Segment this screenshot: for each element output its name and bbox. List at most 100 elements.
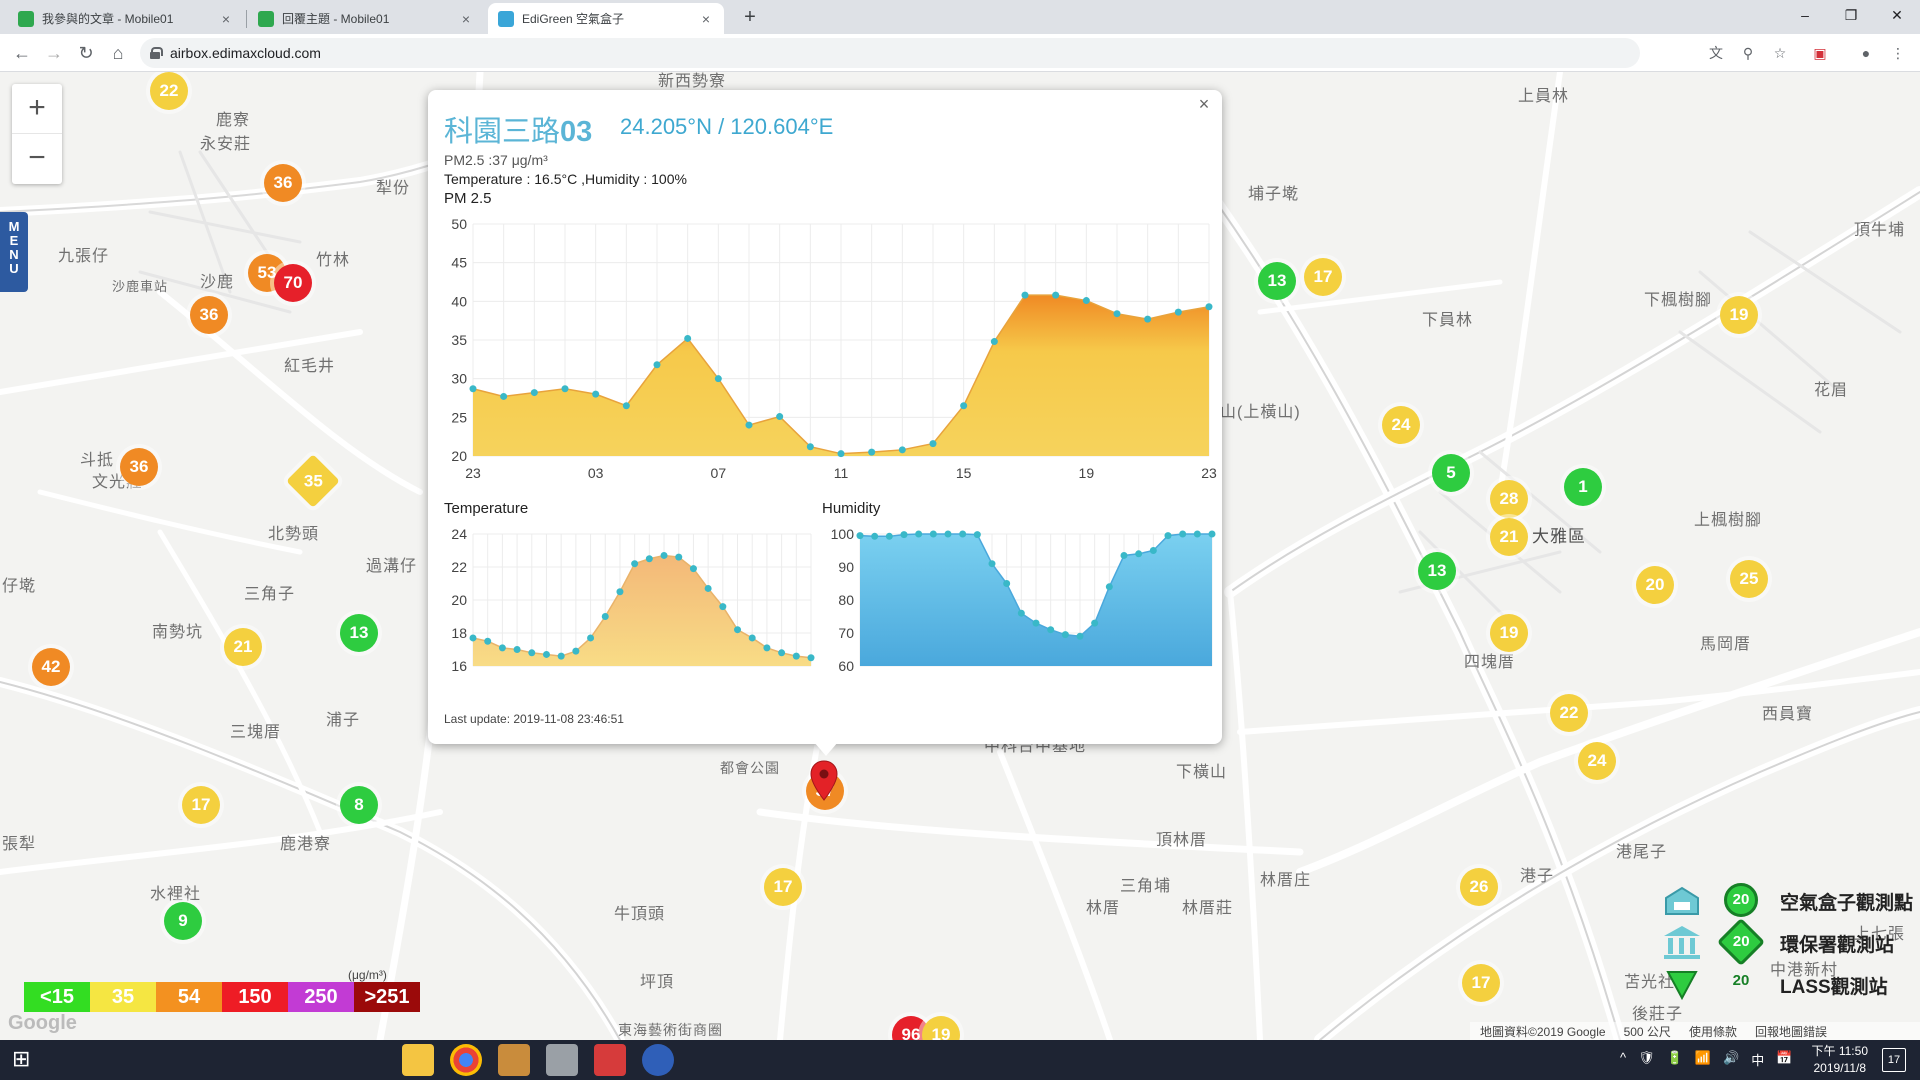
place-label: 下員林 xyxy=(1422,312,1474,329)
station-marker[interactable]: 13 xyxy=(1418,552,1456,590)
station-marker[interactable]: 36 xyxy=(120,448,158,486)
data-point xyxy=(469,385,477,393)
temperature-chart: 16 18 20 22 24 xyxy=(451,526,815,674)
data-point xyxy=(1149,547,1157,554)
menu-button[interactable]: MENU xyxy=(0,212,28,292)
airbox-icon xyxy=(1665,886,1699,915)
zoom-icon[interactable]: ⚲ xyxy=(1738,43,1758,63)
station-marker[interactable]: 24 xyxy=(1578,742,1616,780)
tray-battery-icon[interactable]: 🔋 xyxy=(1667,1050,1683,1069)
profile-icon[interactable]: ● xyxy=(1856,43,1876,63)
data-point xyxy=(542,650,550,658)
tab-mobile01-reply[interactable]: 回覆主題 - Mobile01 × xyxy=(248,3,484,34)
tab-close-icon[interactable]: × xyxy=(458,11,474,27)
station-marker[interactable]: 17 xyxy=(1462,964,1500,1002)
station-marker[interactable]: 26 xyxy=(1460,868,1498,906)
reload-button[interactable]: ↻ xyxy=(72,39,100,67)
place-label: 南勢坑 xyxy=(152,624,204,641)
station-marker[interactable]: 28 xyxy=(1490,480,1528,518)
tray-wifi-icon[interactable]: 📶 xyxy=(1695,1050,1711,1069)
app-icon[interactable] xyxy=(546,1044,578,1076)
station-marker[interactable]: 22 xyxy=(1550,694,1588,732)
app-icon[interactable] xyxy=(594,1044,626,1076)
close-window-button[interactable]: ✕ xyxy=(1874,0,1920,30)
station-marker[interactable]: 19 xyxy=(1720,296,1758,334)
home-button[interactable]: ⌂ xyxy=(104,39,132,67)
data-point xyxy=(1144,315,1152,323)
report-error-link[interactable]: 回報地圖錯誤 xyxy=(1755,1023,1827,1040)
tray-volume-icon[interactable]: 🔊 xyxy=(1723,1050,1739,1069)
x-tick-label: 23 xyxy=(465,465,481,481)
terms-link[interactable]: 使用條款 xyxy=(1689,1023,1737,1040)
place-label: 鹿港寮 xyxy=(280,836,332,853)
menu-icon[interactable]: ⋮ xyxy=(1888,43,1908,63)
tab-edigreen[interactable]: EdiGreen 空氣盒子 × xyxy=(488,3,724,34)
notification-center-icon[interactable]: 17 xyxy=(1882,1048,1906,1072)
station-marker[interactable]: 20 xyxy=(1636,566,1674,604)
station-marker[interactable]: 9 xyxy=(164,902,202,940)
taskbar-clock[interactable]: 下午 11:50 2019/11/8 xyxy=(1812,1043,1868,1077)
address-bar[interactable]: airbox.edimaxcloud.com xyxy=(140,38,1640,68)
y-tick-label: 40 xyxy=(451,293,467,309)
tab-close-icon[interactable]: × xyxy=(218,11,234,27)
station-marker[interactable]: 17 xyxy=(182,786,220,824)
data-point xyxy=(778,649,786,657)
file-explorer-icon[interactable] xyxy=(402,1044,434,1076)
station-marker[interactable]: 24 xyxy=(1382,406,1420,444)
station-marker[interactable]: 13 xyxy=(340,614,378,652)
place-label: 紅毛井 xyxy=(284,358,336,375)
station-marker[interactable]: 36 xyxy=(190,296,228,334)
place-label: 牛頂頭 xyxy=(614,906,666,923)
x-tick-label: 03 xyxy=(588,465,604,481)
translate-icon[interactable]: 文 xyxy=(1706,43,1726,63)
tray-chevron-icon[interactable]: ^ xyxy=(1620,1050,1626,1069)
back-button[interactable]: ← xyxy=(8,39,36,67)
x-tick-label: 11 xyxy=(834,465,849,481)
extension-icon[interactable]: ▣ xyxy=(1810,43,1830,63)
data-point xyxy=(868,448,876,456)
aqi-legend-item: 150 xyxy=(222,982,288,1012)
location-pin-icon[interactable] xyxy=(809,760,839,804)
zoom-out-button[interactable]: − xyxy=(12,134,62,184)
legend-label: LASS觀測站 xyxy=(1780,977,1888,998)
station-marker[interactable]: 13 xyxy=(1258,262,1296,300)
station-marker[interactable]: 8 xyxy=(340,786,378,824)
station-marker[interactable]: 5 xyxy=(1432,454,1470,492)
station-marker[interactable]: 70 xyxy=(274,264,312,302)
restore-button[interactable]: ❐ xyxy=(1828,0,1874,30)
tray-ime-indicator[interactable]: 中 xyxy=(1751,1050,1764,1069)
chrome-icon[interactable] xyxy=(450,1044,482,1076)
data-point xyxy=(1205,303,1213,311)
station-marker[interactable]: 17 xyxy=(764,868,802,906)
place-label: 坪頂 xyxy=(640,974,675,991)
tab-close-icon[interactable]: × xyxy=(698,11,714,27)
station-marker[interactable]: 17 xyxy=(1304,258,1342,296)
data-point xyxy=(806,443,814,451)
forward-button[interactable]: → xyxy=(40,39,68,67)
station-marker[interactable]: 21 xyxy=(1490,518,1528,556)
station-marker[interactable]: 42 xyxy=(32,648,70,686)
new-tab-button[interactable]: + xyxy=(738,5,762,29)
popup-close-button[interactable]: × xyxy=(1194,94,1214,114)
app-icon[interactable] xyxy=(498,1044,530,1076)
place-label: 新西勢寮 xyxy=(658,73,727,90)
edigreen-favicon-icon xyxy=(498,10,514,27)
station-marker[interactable]: 36 xyxy=(264,164,302,202)
station-marker[interactable]: 19 xyxy=(1490,614,1528,652)
tray-calendar-icon[interactable]: 📅 xyxy=(1776,1050,1792,1069)
station-marker[interactable]: 22 xyxy=(150,72,188,110)
zoom-in-button[interactable]: + xyxy=(12,84,62,134)
station-marker[interactable]: 21 xyxy=(224,628,262,666)
place-label: 頂牛埔 xyxy=(1854,222,1906,239)
tab-mobile01-articles[interactable]: 我參與的文章 - Mobile01 × xyxy=(8,3,244,34)
data-point xyxy=(1208,530,1216,538)
minimize-button[interactable]: – xyxy=(1782,0,1828,30)
data-point xyxy=(689,565,697,573)
windows-start-icon[interactable]: ⊞ xyxy=(12,1046,30,1072)
data-point xyxy=(807,654,815,662)
star-icon[interactable]: ☆ xyxy=(1770,43,1790,63)
app-icon[interactable] xyxy=(642,1044,674,1076)
station-marker[interactable]: 25 xyxy=(1730,560,1768,598)
tray-shield-icon[interactable]: 🛡 xyxy=(1638,1050,1655,1069)
station-marker[interactable]: 1 xyxy=(1564,468,1602,506)
